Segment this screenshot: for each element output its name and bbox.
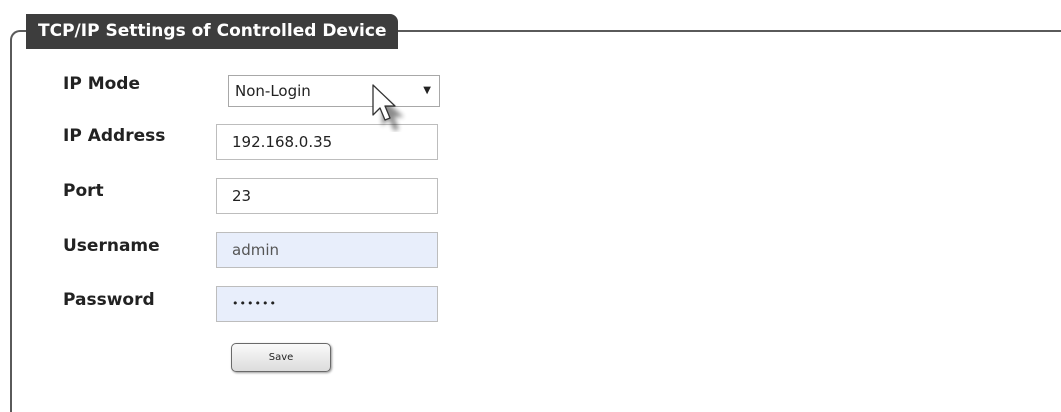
port-field[interactable]: 23	[216, 178, 438, 214]
save-button[interactable]: Save	[231, 343, 331, 372]
username-label: Username	[63, 236, 160, 256]
password-field[interactable]: ••••••	[216, 286, 438, 322]
ip-address-label: IP Address	[63, 126, 166, 146]
ip-mode-label: IP Mode	[63, 74, 140, 94]
ip-mode-value: Non-Login	[235, 82, 311, 100]
chevron-down-icon: ▼	[423, 85, 431, 96]
settings-panel	[10, 30, 1061, 412]
password-label: Password	[63, 290, 155, 310]
mouse-pointer-icon	[372, 84, 404, 131]
port-label: Port	[63, 181, 104, 201]
username-field[interactable]: admin	[216, 232, 438, 268]
panel-title: TCP/IP Settings of Controlled Device	[26, 14, 399, 49]
